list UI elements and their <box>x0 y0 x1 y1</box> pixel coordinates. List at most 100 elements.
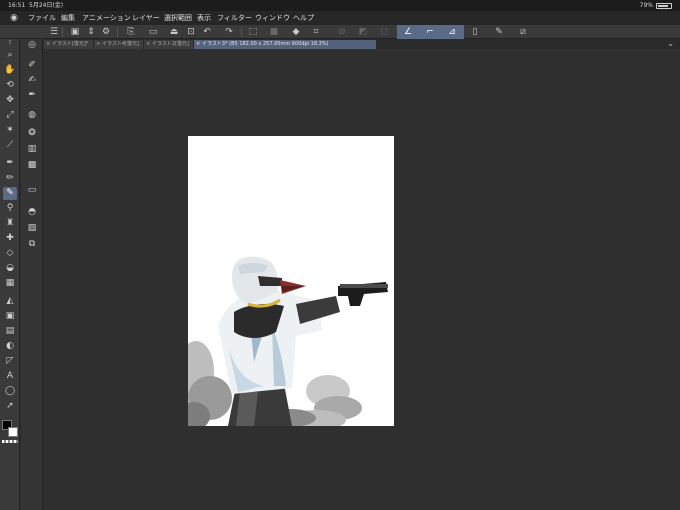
new-canvas-icon[interactable]: ▣ <box>68 26 82 38</box>
zoom-rotate-icon[interactable]: ⟲ <box>3 79 17 92</box>
menu-selection[interactable]: 選択範囲 <box>164 11 192 25</box>
text-icon[interactable]: A <box>3 370 17 383</box>
battery-percent: 79% <box>639 2 653 9</box>
transparent-color-swatch[interactable] <box>2 440 18 443</box>
pencil-icon[interactable]: ✏ <box>3 172 17 185</box>
app-logo-icon[interactable]: ◉ <box>8 13 20 23</box>
eyedropper-icon[interactable]: ⟋ <box>3 139 17 152</box>
separator <box>241 27 242 37</box>
new-file-icon[interactable]: ⎘ <box>124 26 138 38</box>
material-icon[interactable]: ▭ <box>25 184 39 197</box>
color-wheel-icon[interactable]: ❂ <box>25 127 39 140</box>
magic-wand-icon[interactable]: ✶ <box>3 124 17 137</box>
color-set-icon[interactable]: ▩ <box>25 159 39 172</box>
canvas-area[interactable] <box>44 49 680 510</box>
tab-close-icon[interactable]: × <box>196 40 200 49</box>
pen-icon[interactable]: ✒ <box>3 157 17 170</box>
menu-bar: ◉ ファイル 編集 アニメーション レイヤー 選択範囲 表示 フィルター ウィン… <box>0 11 680 25</box>
sub-view-icon[interactable]: ▨ <box>25 222 39 235</box>
tool-palette: ⠿ ⌕ ✋ ⟲ ✥ ⤢ ✶ ⟋ ✒ ✏ ✎ ⚲ ♜ ✚ ◇ ◒ ▦ ◭ ▣ ▤ … <box>0 39 20 510</box>
snap-grid-icon[interactable]: ⊿ <box>445 26 459 38</box>
separator <box>117 27 118 37</box>
sub-color-swatch[interactable] <box>8 427 18 437</box>
cancel-icon[interactable]: ⊘ <box>335 26 349 38</box>
settings-icon[interactable]: ⚙ <box>99 26 113 38</box>
crop-icon[interactable]: ⌗ <box>309 26 323 38</box>
ruler-triangle-icon[interactable]: ◸ <box>3 355 17 368</box>
layer-search-icon[interactable]: ◓ <box>25 206 39 219</box>
menu-help[interactable]: ヘルプ <box>293 11 314 25</box>
tab-label: イラスト2[復元] <box>152 41 189 47</box>
save-icon[interactable]: ⏏ <box>167 26 181 38</box>
navigator-icon[interactable]: ◎ <box>25 39 39 52</box>
illustration-artwork <box>188 256 388 426</box>
tab-label: イラスト4[復元] <box>102 41 139 47</box>
sub-tool-detail-icon[interactable]: ✍ <box>25 74 39 87</box>
correct-line-icon[interactable]: ➚ <box>3 400 17 413</box>
decoration-icon[interactable]: ♜ <box>3 217 17 230</box>
ruler-icon[interactable]: ▣ <box>3 310 17 323</box>
status-bar: 16:51 5月24日(金) 79% <box>0 0 680 11</box>
open-folder-icon[interactable]: ▭ <box>146 26 160 38</box>
status-date: 5月24日(金) <box>29 2 64 9</box>
tab-canvas-2[interactable]: × イラスト4[復元] <box>94 40 143 49</box>
frame-icon[interactable]: ◭ <box>3 295 17 308</box>
gradient-icon[interactable]: ▦ <box>3 277 17 290</box>
selection-layer-icon[interactable]: ◻ <box>377 26 391 38</box>
menu-layer[interactable]: レイヤー <box>132 11 160 25</box>
transform-icon[interactable]: ⤢ <box>3 109 17 122</box>
fill-selection-icon[interactable]: ◆ <box>289 26 303 38</box>
clear-icon[interactable]: ■ <box>267 26 281 38</box>
palette-bar: ◎ ✐ ✍ ✒ ◍ ❂ ▥ ▩ ▭ ◓ ▨ ⧉ <box>21 39 43 510</box>
balloon-icon[interactable]: ◯ <box>3 385 17 398</box>
hand-icon[interactable]: ✋ <box>3 64 17 77</box>
layer-icon[interactable]: ⧉ <box>25 238 39 251</box>
chevron-down-icon[interactable]: ⌄ <box>667 39 674 49</box>
tab-label: イラスト3* (B5 182.00 x 257.00mm 600dpi 18.3… <box>202 41 329 47</box>
layer-mask-icon[interactable]: ◩ <box>356 26 370 38</box>
brush-icon[interactable]: ✎ <box>3 187 17 200</box>
palette-grip[interactable]: ⠿ <box>2 40 18 46</box>
undo-icon[interactable]: ↶ <box>200 26 214 38</box>
menu-animation[interactable]: アニメーション <box>82 11 131 25</box>
color-slider-icon[interactable]: ▥ <box>25 143 39 156</box>
tab-canvas-active[interactable]: × イラスト3* (B5 182.00 x 257.00mm 600dpi 18… <box>194 40 376 49</box>
arrange-icon[interactable]: ⇕ <box>84 26 98 38</box>
tab-close-icon[interactable]: × <box>46 40 50 49</box>
fit-screen-icon[interactable]: ⧄ <box>516 26 530 38</box>
deselect-icon[interactable]: ⬚ <box>246 26 260 38</box>
hamburger-menu-icon[interactable]: ☰ <box>47 26 61 38</box>
snap-special-ruler-icon[interactable]: ⌐ <box>423 26 437 38</box>
tab-close-icon[interactable]: × <box>96 40 100 49</box>
menu-view[interactable]: 表示 <box>197 11 211 25</box>
tab-canvas-1[interactable]: × イラスト[復元]* <box>44 40 93 49</box>
battery-icon <box>656 3 672 9</box>
separator <box>62 27 63 37</box>
app-window: 16:51 5月24日(金) 79% ◉ ファイル 編集 アニメーション レイヤ… <box>0 0 680 510</box>
brush-size-icon[interactable]: ✒ <box>25 89 39 102</box>
sub-tool-icon[interactable]: ✐ <box>25 59 39 72</box>
eraser-icon[interactable]: ◇ <box>3 247 17 260</box>
airbrush-icon[interactable]: ⚲ <box>3 202 17 215</box>
search-icon[interactable]: ⌕ <box>3 49 17 62</box>
canvas-paper[interactable] <box>188 136 394 426</box>
snap-ruler-icon[interactable]: ∠ <box>401 26 415 38</box>
smartphone-icon[interactable]: ▯ <box>468 26 482 38</box>
figure-icon[interactable]: ▤ <box>3 325 17 338</box>
move-icon[interactable]: ✥ <box>3 94 17 107</box>
menu-filter[interactable]: フィルター <box>217 11 252 25</box>
layer-property-icon[interactable]: ◍ <box>25 109 39 122</box>
gradient-fill-icon[interactable]: ◐ <box>3 340 17 353</box>
menu-window[interactable]: ウィンドウ <box>255 11 290 25</box>
tab-label: イラスト[復元]* <box>52 41 89 47</box>
blend-icon[interactable]: ✚ <box>3 232 17 245</box>
redo-icon[interactable]: ↷ <box>222 26 236 38</box>
edit-page-icon[interactable]: ✎ <box>492 26 506 38</box>
menu-edit[interactable]: 編集 <box>61 11 75 25</box>
fill-icon[interactable]: ◒ <box>3 262 17 275</box>
tab-canvas-3[interactable]: × イラスト2[復元] <box>144 40 193 49</box>
command-bar: ☰ ▣ ⇕ ⚙ ⎘ ▭ ⏏ ⊡ ↶ ↷ ⬚ ■ ◆ ⌗ ⊘ ◩ ◻ ∠ ⌐ ⊿ … <box>0 25 680 39</box>
tab-close-icon[interactable]: × <box>146 40 150 49</box>
menu-file[interactable]: ファイル <box>28 11 56 25</box>
export-icon[interactable]: ⊡ <box>184 26 198 38</box>
